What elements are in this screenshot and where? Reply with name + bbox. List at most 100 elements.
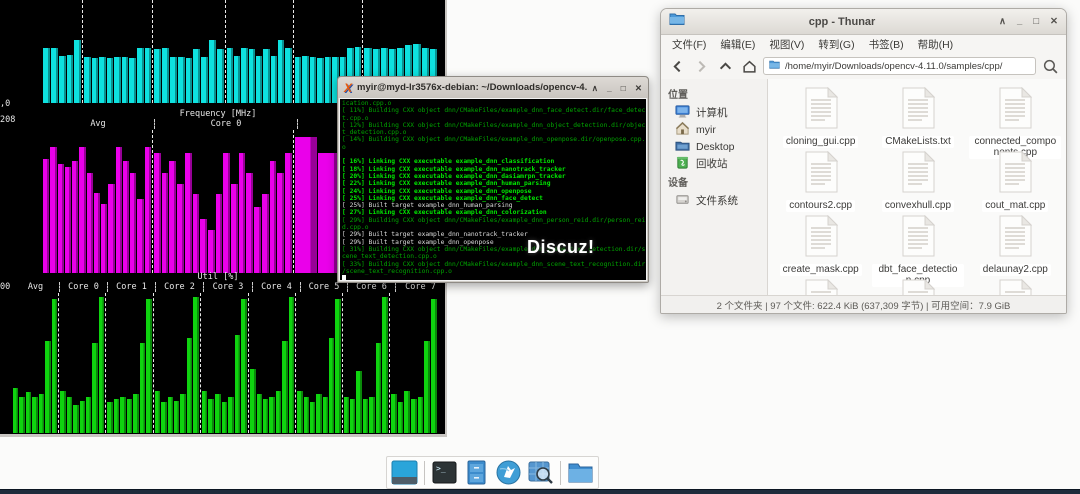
minimize-button[interactable]: _: [607, 83, 612, 93]
file-manager-launcher[interactable]: [566, 458, 595, 487]
menu-item[interactable]: 编辑(E): [713, 37, 762, 52]
sidebar-item-label: myir: [696, 124, 716, 136]
terminal-launcher[interactable]: >_: [430, 458, 459, 487]
bar: [302, 56, 309, 103]
bar: [67, 55, 74, 103]
chart-section: [295, 293, 341, 433]
path-bar[interactable]: /home/myir/Downloads/opencv-4.11.0/sampl…: [763, 57, 1036, 75]
search-button[interactable]: [1040, 57, 1060, 75]
sidebar-item-计算机[interactable]: 计算机: [661, 104, 767, 121]
sidebar-item-回收站[interactable]: 回收站: [661, 155, 767, 172]
terminal-line: [ 29%] Building CXX object dnn/CMakeFile…: [342, 217, 644, 224]
bar: [239, 153, 246, 273]
file-item[interactable]: [869, 277, 966, 295]
filesystem-icon: [675, 192, 690, 210]
bar: [122, 57, 129, 103]
column-label: Core 5: [300, 282, 347, 292]
close-button[interactable]: ✕: [1050, 17, 1058, 27]
bar: [162, 173, 169, 273]
thunar-titlebar[interactable]: cpp - Thunar ∧ _ □ ✕: [661, 9, 1066, 35]
bar: [310, 57, 317, 103]
menu-item[interactable]: 帮助(H): [911, 37, 961, 52]
chart-section: [152, 0, 225, 103]
chart-section: [342, 293, 389, 433]
bar: [73, 405, 78, 433]
file-item[interactable]: connected_components.cpp: [967, 85, 1064, 149]
file-list-view[interactable]: cloning_gui.cppCMakeLists.txtconnected_c…: [768, 79, 1066, 295]
file-item[interactable]: CMakeLists.txt: [869, 85, 966, 149]
minimize-button[interactable]: _: [1017, 17, 1022, 27]
terminal-output[interactable]: ication.cpp.o[ 11%] Building CXX object …: [339, 98, 647, 281]
menu-item[interactable]: 转到(G): [811, 37, 861, 52]
bar: [391, 394, 397, 433]
file-item[interactable]: [772, 277, 869, 295]
bar: [193, 194, 200, 273]
bar: [65, 167, 71, 273]
bar: [254, 207, 261, 273]
desktop-folder-icon: [675, 138, 690, 156]
bar: [231, 184, 238, 273]
terminal-line: [ 18%] Linking CXX executable example_dn…: [342, 166, 644, 173]
file-item[interactable]: delaunay2.cpp: [967, 213, 1064, 277]
bar: [177, 184, 184, 273]
file-item[interactable]: contours2.cpp: [772, 149, 869, 213]
file-name: create_mask.cpp: [780, 264, 862, 276]
panel-separator: [424, 461, 425, 485]
file-item[interactable]: cloning_gui.cpp: [772, 85, 869, 149]
app-finder-launcher[interactable]: [526, 458, 555, 487]
bar: [60, 391, 65, 433]
bar: [256, 56, 262, 103]
sidebar: 位置 计算机myirDesktop回收站 设备 文件系统: [661, 79, 768, 295]
document-icon: [901, 151, 935, 198]
file-cabinet-launcher[interactable]: [462, 458, 491, 487]
sidebar-item-myir[interactable]: myir: [661, 121, 767, 138]
bar: [107, 402, 112, 433]
home-button[interactable]: [739, 57, 759, 75]
svg-text:>_: >_: [436, 464, 446, 473]
sidebar-item-label: 文件系统: [696, 193, 738, 208]
document-icon: [998, 215, 1032, 262]
column-label: Core 0: [154, 119, 297, 129]
file-item[interactable]: [967, 277, 1064, 295]
file-item[interactable]: convexhull.cpp: [869, 149, 966, 213]
file-item[interactable]: dbt_face_detection.cpp: [869, 213, 966, 277]
menu-item[interactable]: 书签(B): [862, 37, 911, 52]
close-button[interactable]: ✕: [635, 83, 642, 93]
bar: [235, 335, 241, 433]
file-item[interactable]: create_mask.cpp: [772, 213, 869, 277]
file-item[interactable]: cout_mat.cpp: [967, 149, 1064, 213]
terminal-line: [ 25%] Linking CXX executable example_dn…: [342, 195, 644, 202]
bar: [382, 297, 387, 433]
bar: [356, 371, 361, 433]
chart-section: [12, 293, 58, 433]
show-desktop-launcher[interactable]: [390, 458, 419, 487]
menu-item[interactable]: 视图(V): [762, 37, 811, 52]
web-browser-launcher[interactable]: [494, 458, 523, 487]
maximize-button[interactable]: □: [621, 83, 626, 93]
document-icon: [804, 215, 838, 262]
sidebar-item-文件系统[interactable]: 文件系统: [661, 192, 767, 209]
shade-button[interactable]: ∧: [592, 83, 598, 93]
bar: [170, 57, 177, 103]
shade-button[interactable]: ∧: [999, 17, 1006, 27]
bar: [154, 153, 161, 273]
terminal-titlebar[interactable]: X myir@myd-lr3576x-debian: ~/Downloads/o…: [338, 77, 648, 98]
file-name: cout_mat.cpp: [982, 200, 1048, 212]
maximize-button[interactable]: □: [1033, 17, 1039, 27]
folder-icon: [769, 59, 780, 73]
bar: [277, 173, 284, 273]
bar: [114, 399, 119, 433]
util-axis-top-value: 00: [0, 282, 10, 292]
chart-section: [42, 0, 82, 103]
sidebar-item-Desktop[interactable]: Desktop: [661, 138, 767, 155]
bar: [137, 199, 143, 273]
back-button[interactable]: [667, 57, 687, 75]
up-button[interactable]: [715, 57, 735, 75]
forward-button[interactable]: [691, 57, 711, 75]
bar: [43, 159, 49, 273]
trash-icon: [675, 155, 690, 173]
bar: [107, 58, 114, 103]
menu-item[interactable]: 文件(F): [665, 37, 713, 52]
terminal-line: cene_text_detection.cpp.o: [342, 253, 644, 260]
bar: [45, 341, 50, 433]
